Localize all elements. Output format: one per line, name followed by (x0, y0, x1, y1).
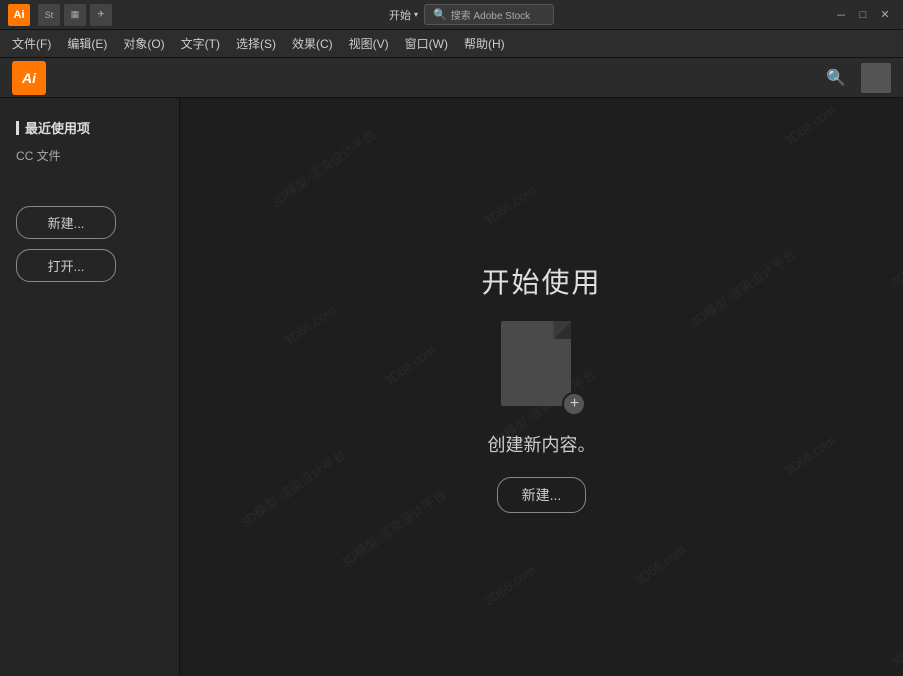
app-toolbar: Ai 🔍 (0, 58, 903, 98)
menu-view[interactable]: 视图(V) (341, 31, 397, 56)
menu-effect[interactable]: 效果(C) (284, 31, 341, 56)
title-bar-left: Ai St ▦ ✈ (8, 4, 112, 26)
search-icon: 🔍 (433, 8, 447, 21)
create-text: 创建新内容。 (487, 431, 595, 457)
toolbar-left: Ai (12, 61, 46, 95)
new-document-icon: + (501, 321, 581, 411)
new-button-center[interactable]: 新建... (497, 477, 587, 513)
toolbar-right: 🔍 (821, 63, 891, 93)
send-icon[interactable]: ✈ (90, 4, 112, 26)
sidebar: 最近使用项 CC 文件 新建... 打开... (0, 98, 180, 676)
open-button-sidebar[interactable]: 打开... (16, 249, 116, 282)
window-controls: － □ ✕ (831, 6, 895, 24)
recent-section: 最近使用项 CC 文件 (16, 118, 163, 166)
title-bar-middle: 开始 ▾ 🔍 搜索 Adobe Stock (389, 4, 554, 25)
search-button[interactable]: 🔍 (821, 63, 851, 93)
menu-text[interactable]: 文字(T) (173, 31, 228, 56)
main-area: 最近使用项 CC 文件 新建... 打开... 3D模型-渲染设计平台3D66.… (0, 98, 903, 676)
title-bar-apps: St ▦ ✈ (38, 4, 112, 26)
menu-object[interactable]: 对象(O) (115, 31, 172, 56)
bridge-icon[interactable]: St (38, 4, 60, 26)
dropdown-arrow-icon: ▾ (414, 10, 418, 19)
maximize-button[interactable]: □ (853, 6, 873, 24)
ai-logo: Ai (12, 61, 46, 95)
sidebar-buttons: 新建... 打开... (16, 206, 163, 282)
menu-window[interactable]: 窗口(W) (397, 31, 456, 56)
title-bar: Ai St ▦ ✈ 开始 ▾ 🔍 搜索 Adobe Stock － □ ✕ (0, 0, 903, 30)
close-button[interactable]: ✕ (875, 6, 895, 24)
menu-file[interactable]: 文件(F) (4, 31, 59, 56)
grid-icon[interactable]: ▦ (64, 4, 86, 26)
menu-help[interactable]: 帮助(H) (456, 31, 513, 56)
stock-search-box[interactable]: 🔍 搜索 Adobe Stock (424, 4, 554, 25)
title-bar-accent (16, 121, 19, 135)
start-button[interactable]: 开始 ▾ (389, 7, 418, 23)
minimize-button[interactable]: － (831, 6, 851, 24)
recent-section-title: 最近使用项 (16, 118, 163, 137)
content-inner: 开始使用 + 创建新内容。 新建... (481, 261, 601, 513)
menu-select[interactable]: 选择(S) (228, 31, 284, 56)
menu-bar: 文件(F) 编辑(E) 对象(O) 文字(T) 选择(S) 效果(C) 视图(V… (0, 30, 903, 58)
new-button-sidebar[interactable]: 新建... (16, 206, 116, 239)
doc-plus-icon: + (562, 392, 586, 416)
menu-edit[interactable]: 编辑(E) (59, 31, 115, 56)
user-avatar[interactable] (861, 63, 891, 93)
doc-body (501, 321, 571, 406)
cc-files-link[interactable]: CC 文件 (16, 145, 163, 166)
ai-title-icon: Ai (8, 4, 30, 26)
main-content: 3D模型-渲染设计平台3D66.com3D模型-渲染设计平台3D66.com3D… (180, 98, 903, 676)
page-title: 开始使用 (481, 261, 601, 301)
